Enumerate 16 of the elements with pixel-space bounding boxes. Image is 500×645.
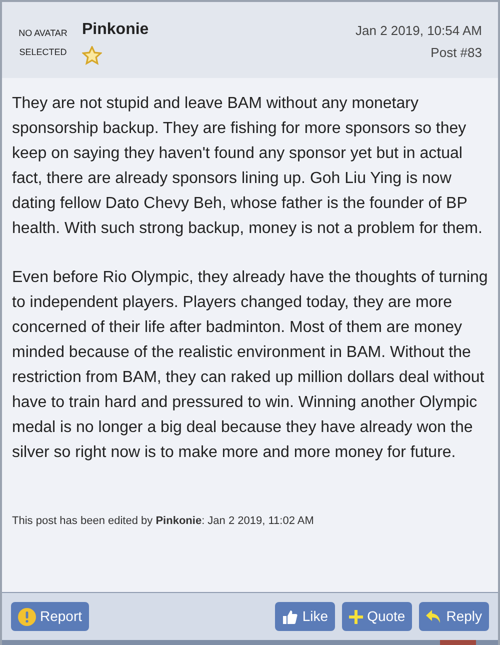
thumbs-up-icon	[282, 608, 298, 624]
star-icon	[82, 46, 102, 65]
post-paragraph: Even before Rio Olympic, they already have the thoughts of turning to independent players. Players changed today, they are more concerned of their life after badminton. Most of them are money minded because of the realistic environment in BAM. Without the restriction from BAM, they can raked up million dollars deal without have to train hard and pressured to win. Winning another Olympic medal is no longer a big deal because they have already won the silver so right now is to make more and more money for future.	[12, 268, 488, 463]
quote-button[interactable]: Quote	[342, 602, 412, 631]
plus-icon	[349, 610, 364, 624]
report-button[interactable]: Report	[11, 602, 90, 631]
post-number[interactable]: Post #83	[430, 42, 482, 63]
exclamation-icon	[18, 608, 36, 626]
post-date: Jan 2 2019, 10:54 AM	[356, 22, 482, 40]
reply-arrow-icon	[426, 610, 442, 624]
reply-button[interactable]: Reply	[419, 602, 489, 631]
author-name[interactable]: Pinkonie	[82, 18, 149, 42]
no-avatar-label: NO AVATAR SELECTED	[18, 27, 68, 59]
edit-note: This post has been edited by Pinkonie: Jan 2 2019, 11:02 AM	[12, 514, 315, 529]
like-button[interactable]: Like	[275, 602, 336, 631]
post-paragraph: They are not stupid and leave BAM without any monetary sponsorship backup. They are fishing for more sponsors so they keep on saying they haven't found any sponsor yet but in actual fact, there are already sponsors lining up. Goh Liu Ying is now dating fellow Dato Chevy Beh, whose father is the founder of BP health. With such strong backup, money is not a problem for them.	[12, 94, 484, 239]
